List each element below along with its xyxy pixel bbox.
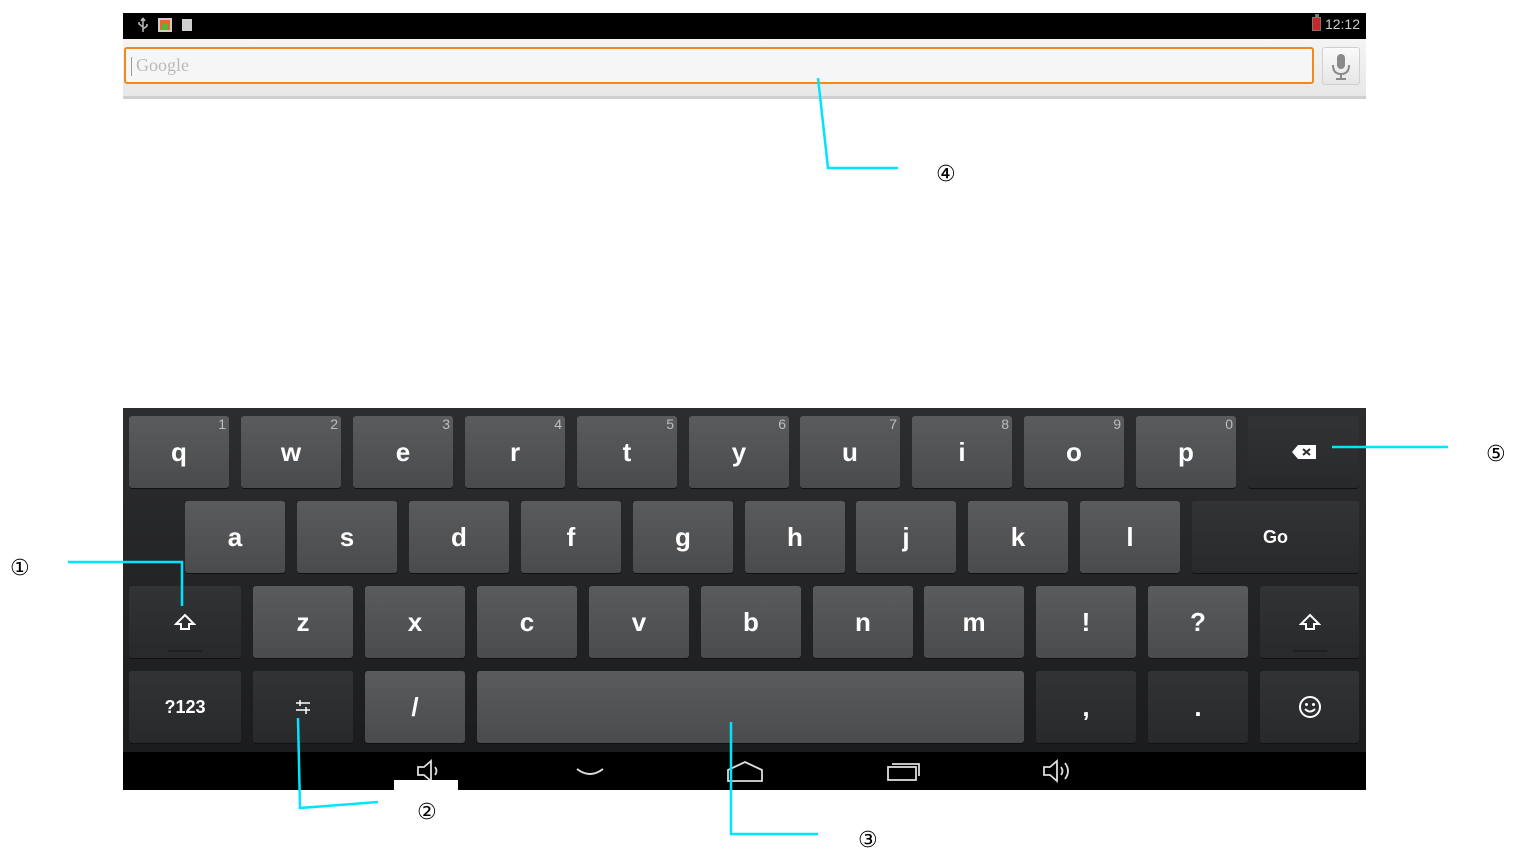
callout-2: ② <box>417 800 437 825</box>
search-input[interactable] <box>124 47 1314 84</box>
volume-up-icon <box>1043 759 1069 783</box>
key-w[interactable]: w2 <box>241 416 341 488</box>
key-period[interactable]: . <box>1148 671 1248 743</box>
key-o[interactable]: o9 <box>1024 416 1124 488</box>
sliders-icon <box>296 700 310 714</box>
key-c[interactable]: c <box>477 586 577 658</box>
key-q[interactable]: q1 <box>129 416 229 488</box>
callout-5: ⑤ <box>1486 442 1506 467</box>
volume-up-button[interactable] <box>1033 756 1083 786</box>
key-h[interactable]: h <box>745 501 845 573</box>
usb-icon <box>138 17 148 32</box>
settings-key[interactable] <box>253 671 353 743</box>
voice-search-button[interactable] <box>1322 47 1360 85</box>
key-s[interactable]: s <box>297 501 397 573</box>
key-t[interactable]: t5 <box>577 416 677 488</box>
status-right: 12:12 <box>1311 14 1360 32</box>
battery-icon <box>1311 14 1321 31</box>
smiley-icon <box>1298 696 1321 718</box>
key-j[interactable]: j <box>856 501 956 573</box>
gallery-icon <box>158 18 172 32</box>
go-key[interactable]: Go <box>1192 501 1359 573</box>
callout-1: ① <box>10 556 30 581</box>
shift-indicator <box>1292 650 1327 652</box>
chevron-down-icon <box>576 768 604 775</box>
backspace-icon <box>1291 445 1316 459</box>
key-a[interactable]: a <box>185 501 285 573</box>
key-n[interactable]: n <box>813 586 913 658</box>
key-question[interactable]: ? <box>1148 586 1248 658</box>
home-button[interactable] <box>720 756 770 786</box>
white-strip <box>394 780 458 790</box>
callout-4: ④ <box>936 162 956 187</box>
key-slash[interactable]: / <box>365 671 465 743</box>
key-u[interactable]: u7 <box>800 416 900 488</box>
back-button[interactable] <box>565 756 615 786</box>
key-g[interactable]: g <box>633 501 733 573</box>
key-p[interactable]: p0 <box>1136 416 1236 488</box>
key-k[interactable]: k <box>968 501 1068 573</box>
clock: 12:12 <box>1324 16 1360 32</box>
shift-indicator <box>168 650 202 652</box>
home-icon <box>727 761 763 782</box>
key-f[interactable]: f <box>521 501 621 573</box>
shift-icon <box>174 613 196 630</box>
key-z[interactable]: z <box>253 586 353 658</box>
key-b[interactable]: b <box>701 586 801 658</box>
key-y[interactable]: y6 <box>689 416 789 488</box>
space-key[interactable] <box>477 671 1024 743</box>
key-exclamation[interactable]: ! <box>1036 586 1136 658</box>
key-comma[interactable]: , <box>1036 671 1136 743</box>
shift-key-right[interactable] <box>1260 586 1359 658</box>
text-caret <box>131 57 132 76</box>
key-v[interactable]: v <box>589 586 689 658</box>
shift-icon <box>1298 613 1321 630</box>
recent-apps-icon <box>887 763 920 781</box>
onscreen-keyboard: q1 w2 e3 r4 t5 y6 u7 i8 o9 p0 a s d f g … <box>123 408 1366 752</box>
microphone-icon <box>1332 54 1350 80</box>
search-bar <box>123 39 1366 99</box>
key-m[interactable]: m <box>924 586 1024 658</box>
key-i[interactable]: i8 <box>912 416 1012 488</box>
navigation-bar <box>123 752 1366 790</box>
key-x[interactable]: x <box>365 586 465 658</box>
shift-key-left[interactable] <box>129 586 241 658</box>
backspace-key[interactable] <box>1248 416 1359 488</box>
key-d[interactable]: d <box>409 501 509 573</box>
key-r[interactable]: r4 <box>465 416 565 488</box>
recent-apps-button[interactable] <box>878 756 928 786</box>
callout-3: ③ <box>858 828 878 853</box>
status-icons <box>137 17 193 33</box>
emoji-key[interactable] <box>1260 671 1359 743</box>
key-l[interactable]: l <box>1080 501 1180 573</box>
notification-icon <box>182 19 192 31</box>
status-bar: 12:12 <box>123 13 1366 39</box>
key-e[interactable]: e3 <box>353 416 453 488</box>
symbols-key[interactable]: ?123 <box>129 671 241 743</box>
